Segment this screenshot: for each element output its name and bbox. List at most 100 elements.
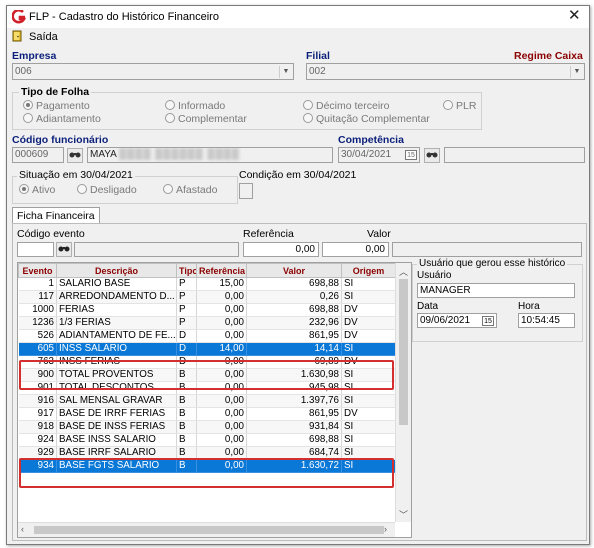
cell-descricao: FERIAS [56,303,177,317]
cell-tipo: P [176,290,197,304]
tipo-folha-title: Tipo de Folha [19,86,92,98]
exit-door-icon[interactable] [12,30,24,42]
radio-decimo-terceiro[interactable]: Décimo terceiro [303,100,390,112]
valor-input[interactable]: 0,00 [322,242,389,257]
funcionario-name-field: MAYA ████ ██████ ████ [87,147,333,163]
cell-referencia: 15,00 [196,277,247,291]
column-header-evento[interactable]: Evento [18,263,57,278]
scroll-down-icon[interactable]: ﹀ [396,508,411,521]
cell-referencia: 0,00 [196,329,247,343]
column-header-descricao[interactable]: Descrição [56,263,177,278]
column-header-referencia[interactable]: Referência [196,263,247,278]
exit-menu-item[interactable]: Saída [29,31,58,43]
cell-tipo: B [176,407,197,421]
table-row[interactable]: 526 ADIANTAMENTO DE FE... D 0,00 861,95 DV [18,329,396,343]
binoculars-icon[interactable] [56,242,72,257]
cell-descricao: INSS SALARIO [56,342,177,356]
codigo-evento-label: Código evento [17,228,85,240]
table-row[interactable]: 924 BASE INSS SALARIO B 0,00 698,88 SI [18,433,396,447]
cell-tipo: B [176,433,197,447]
table-row[interactable]: 117 ARREDONDAMENTO D... P 0,00 0,26 SI [18,290,396,304]
grid-horizontal-scrollbar[interactable]: ‹ › [18,522,395,537]
radio-plr[interactable]: PLR [443,100,476,112]
cell-tipo: B [176,394,197,408]
cell-origem: SI [341,290,396,304]
table-row[interactable]: 917 BASE DE IRRF FERIAS B 0,00 861,95 DV [18,407,396,421]
table-row[interactable]: 916 SAL MENSAL GRAVAR B 0,00 1.397,76 SI [18,394,396,408]
close-icon[interactable]: ✕ [568,8,581,24]
data-field[interactable]: 09/06/2021 15 [417,313,497,328]
radio-adiantamento[interactable]: Adiantamento [23,113,101,125]
cell-referencia: 0,00 [196,316,247,330]
column-header-origem[interactable]: Origem [341,263,396,278]
cell-valor: 698,88 [246,303,342,317]
competencia-description-field [444,147,585,163]
binoculars-icon[interactable] [67,148,83,163]
referencia-input[interactable]: 0,00 [243,242,319,257]
competencia-label: Competência [338,134,404,146]
table-row[interactable]: 1 SALARIO BASE P 15,00 698,88 SI [18,277,396,291]
calendar-icon[interactable]: 15 [482,316,494,326]
table-row[interactable]: 918 BASE DE INSS FERIAS B 0,00 931,84 SI [18,420,396,434]
radio-informado[interactable]: Informado [165,100,225,112]
chevron-down-icon[interactable]: ▼ [279,66,292,78]
regime-caixa-label: Regime Caixa [514,50,583,62]
cell-referencia: 0,00 [196,420,247,434]
binoculars-icon[interactable] [424,148,440,163]
cell-valor: 931,84 [246,420,342,434]
scroll-thumb-horizontal[interactable] [34,526,384,534]
cell-valor: 861,95 [246,407,342,421]
filial-combo[interactable]: 002 ▼ [306,63,585,80]
situacao-title: Situação em 30/04/2021 [17,169,135,181]
usuario-group-title: Usuário que gerou esse histórico [417,258,568,269]
scroll-right-icon[interactable]: › [384,524,387,534]
column-header-valor[interactable]: Valor [246,263,342,278]
empresa-combo[interactable]: 006 ▼ [12,63,294,80]
empresa-label: Empresa [12,50,57,62]
highlight-box-inss-bases [19,458,394,488]
hora-field[interactable]: 10:54:45 [518,313,575,328]
cell-evento: 918 [18,420,57,434]
grid-vertical-scrollbar[interactable]: ︿ ﹀ [395,263,411,522]
radio-quitacao-complementar[interactable]: Quitação Complementar [303,113,430,125]
cell-tipo: P [176,277,197,291]
empresa-value: 006 [15,66,32,77]
radio-afastado[interactable]: Afastado [163,184,217,196]
chevron-down-icon[interactable]: ▼ [570,66,583,78]
competencia-input[interactable]: 30/04/2021 15 [338,147,420,163]
cell-valor: 232,96 [246,316,342,330]
cell-origem: DV [341,316,396,330]
scroll-left-icon[interactable]: ‹ [21,524,24,534]
codigo-evento-input[interactable] [17,242,54,257]
cell-tipo: B [176,420,197,434]
cell-evento: 1 [18,277,57,291]
cell-evento: 117 [18,290,57,304]
data-value: 09/06/2021 [420,315,471,326]
radio-ativo[interactable]: Ativo [19,184,55,196]
title-bar: FLP - Cadastro do Histórico Financeiro ✕ [7,6,589,28]
scroll-up-icon[interactable]: ︿ [396,265,411,278]
table-row[interactable]: 1000 FERIAS P 0,00 698,88 DV [18,303,396,317]
usuario-label: Usuário [417,270,452,281]
cell-origem: DV [341,303,396,317]
cell-tipo: D [176,342,197,356]
table-row-selected[interactable]: 605 INSS SALARIO D 14,00 14,14 SI [18,342,396,356]
radio-desligado[interactable]: Desligado [77,184,137,196]
tab-ficha-financeira[interactable]: Ficha Financeira [12,207,100,224]
calendar-icon[interactable]: 15 [405,150,417,160]
eventos-grid[interactable]: Evento Descrição Tipo Referência Valor O… [17,262,412,538]
usuario-field[interactable]: MANAGER [417,283,575,298]
radio-pagamento[interactable]: Pagamento [23,100,90,112]
scroll-thumb[interactable] [399,279,408,425]
menu-bar: Saída [7,28,589,45]
cell-referencia: 0,00 [196,394,247,408]
radio-complementar[interactable]: Complementar [165,113,247,125]
codigo-funcionario-input[interactable]: 000609 [12,147,64,163]
column-header-tipo[interactable]: Tipo [176,263,197,278]
table-row[interactable]: 1236 1/3 FERIAS P 0,00 232,96 DV [18,316,396,330]
condicao-input[interactable] [239,183,253,199]
grid-header: Evento Descrição Tipo Referência Valor O… [18,263,396,278]
cell-origem: SI [341,433,396,447]
codigo-funcionario-label: Código funcionário [12,134,109,146]
cell-descricao: ARREDONDAMENTO D... [56,290,177,304]
